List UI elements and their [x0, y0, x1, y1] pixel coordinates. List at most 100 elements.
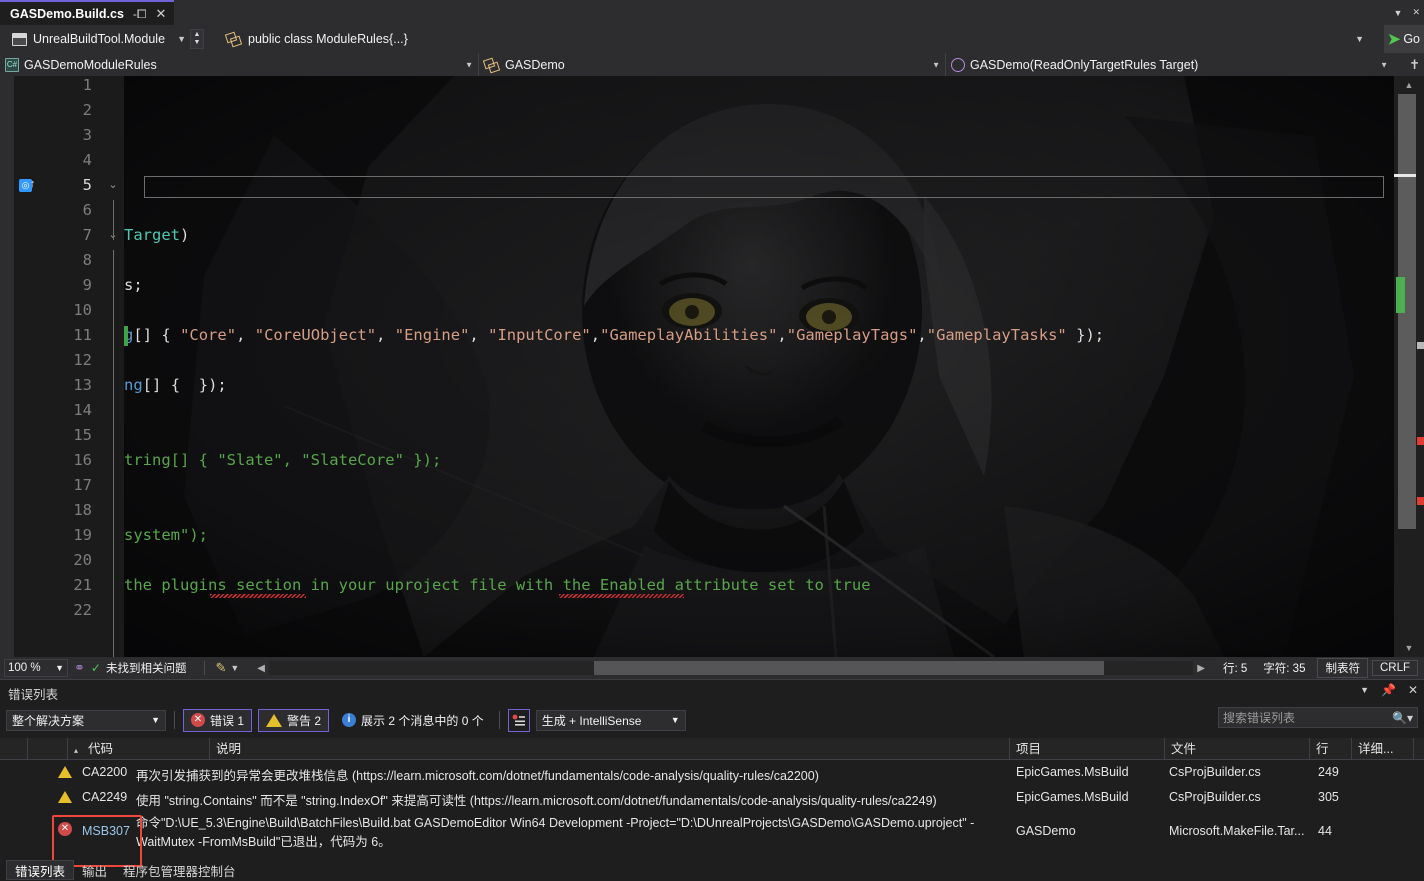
spelling-error-squiggle	[559, 594, 684, 598]
warning-icon	[58, 791, 72, 803]
horizontal-scroll-thumb[interactable]	[594, 661, 1104, 675]
editor-left-edge	[0, 76, 14, 657]
scroll-down-icon[interactable]: ▼	[1400, 641, 1418, 656]
code-line[interactable]: g[] { "Core", "CoreUObject", "Engine", "…	[124, 323, 1104, 348]
zoom-level-combo[interactable]: 100 % ▼	[4, 659, 68, 677]
pin-icon[interactable]: 📌	[1381, 683, 1396, 697]
chevron-down-icon[interactable]: ▼	[1394, 8, 1403, 18]
code-editor[interactable]: ◎ ↑ 1 2 3 4 5 6 7 8 9 10 11 12 13 14 15 16 17 18 19 20 21 22 ⌄…	[0, 76, 1424, 657]
header-col-description[interactable]: 说明	[210, 738, 1010, 760]
tab-package-manager-console[interactable]: 程序包管理器控制台	[115, 860, 244, 880]
group-by-button[interactable]	[507, 708, 530, 732]
tabs-indicator[interactable]: 制表符	[1317, 658, 1368, 678]
line-number: 10	[73, 301, 92, 319]
code-line[interactable]: ng[] { });	[124, 373, 227, 398]
fold-toggle-icon[interactable]: ⌄	[107, 173, 119, 198]
project-scope-combo[interactable]: UnrealBuildTool.Module ▼	[8, 28, 190, 50]
member-scope-combo[interactable]: public class ModuleRules{...} ▼	[222, 28, 1370, 50]
intellicode-icon[interactable]: ⚭	[74, 660, 85, 676]
table-row[interactable]: ✕ MSB307 命令"D:\UE_5.3\Engine\Build\Batch…	[0, 810, 1424, 852]
header-col-sortmark[interactable]: ▴	[68, 738, 82, 760]
header-col-code[interactable]: 代码	[82, 738, 210, 760]
status-ok-icon: ✓	[90, 661, 101, 675]
visual-studio-window: GASDemo.Build.cs -⧠ ✕ ▼ ✕ UnrealBuildToo…	[0, 0, 1424, 881]
method-icon	[951, 57, 965, 72]
line-number: 19	[73, 526, 92, 544]
type-dropdown[interactable]: C# GASDemoModuleRules ▼	[0, 53, 478, 76]
scrollbar-track[interactable]	[1394, 92, 1424, 639]
split-view-icon[interactable]: ✝	[1409, 57, 1420, 73]
member-dropdown[interactable]: GASDemo ▼	[479, 53, 945, 76]
tab-output[interactable]: 输出	[74, 860, 115, 880]
header-col-line[interactable]: 行	[1310, 738, 1352, 760]
error-table-header: ▴ 代码 说明 项目 文件 行 详细...	[0, 738, 1424, 760]
line-number: 2	[82, 101, 92, 119]
error-list-panel: 错误列表 ▼ 📌 ✕ 整个解决方案 ▼ ✕ 错误 1 警告 2 i 展示 2 个…	[0, 679, 1424, 881]
errors-filter-button[interactable]: ✕ 错误 1	[183, 708, 253, 732]
hscroll-right-icon[interactable]: ▶	[1197, 663, 1205, 674]
breakpoint-gutter[interactable]: ◎ ↑	[14, 76, 36, 657]
error-icon: ✕	[191, 713, 205, 727]
close-icon[interactable]: ✕	[1408, 683, 1418, 697]
table-row[interactable]: CA2200 再次引发捕获到的异常会更改堆栈信息 (https://learn.…	[0, 760, 1424, 785]
code-cleanup-icon[interactable]: ✎	[215, 660, 226, 676]
error-table-rows: CA2200 再次引发捕获到的异常会更改堆栈信息 (https://learn.…	[0, 760, 1424, 852]
messages-filter-button[interactable]: i 展示 2 个消息中的 0 个	[335, 709, 491, 732]
cell-line: 44	[1318, 824, 1332, 838]
snippet-selection-box[interactable]	[144, 176, 1384, 198]
table-row[interactable]: CA2249 使用 "string.Contains" 而不是 "string.…	[0, 785, 1424, 810]
code-line[interactable]: tring[] { "Slate", "SlateCore" });	[124, 448, 441, 473]
tab-strip-controls: ▼ ✕	[1394, 0, 1420, 25]
vertical-scrollbar[interactable]: ▲ ▼	[1394, 76, 1424, 657]
chevron-down-icon[interactable]: ▼	[230, 663, 239, 673]
code-text-area[interactable]: Target) s; g[] { "Core", "CoreUObject", "E…	[124, 76, 1394, 657]
header-col-file[interactable]: 文件	[1165, 738, 1310, 760]
scope-filter-combo[interactable]: 整个解决方案 ▼	[6, 709, 166, 731]
search-icon[interactable]: 🔍▾	[1392, 711, 1413, 725]
code-line[interactable]: Target)	[124, 223, 189, 248]
line-number: 17	[73, 476, 92, 494]
chevron-down-icon[interactable]: ▼	[1360, 685, 1369, 695]
tab-error-list[interactable]: 错误列表	[6, 860, 75, 880]
spinner-down-icon: ▼	[193, 39, 201, 46]
hscroll-left-icon[interactable]: ◀	[257, 663, 265, 674]
header-col-blank2[interactable]	[28, 738, 68, 760]
line-indicator: 行: 5	[1222, 663, 1248, 675]
fold-region-line	[113, 200, 114, 240]
cell-line: 305	[1318, 790, 1339, 804]
method-dropdown[interactable]: GASDemo(ReadOnlyTargetRules Target) ▼	[946, 53, 1406, 76]
close-icon[interactable]: ✕	[156, 7, 167, 20]
code-folding-gutter[interactable]: ⌄⌄	[102, 76, 124, 657]
horizontal-scrollbar[interactable]	[269, 661, 1194, 675]
line-number: 18	[73, 501, 92, 519]
tab-gasdemo-build-cs[interactable]: GASDemo.Build.cs -⧠ ✕	[0, 0, 175, 25]
warning-icon	[266, 713, 283, 727]
line-number: 6	[82, 201, 92, 219]
navbar-spinner[interactable]: ▲ ▼	[190, 29, 204, 49]
header-col-project[interactable]: 项目	[1010, 738, 1165, 760]
pin-icon[interactable]: -⧠	[133, 8, 147, 20]
line-ending-indicator[interactable]: CRLF	[1371, 660, 1418, 676]
error-list-title: 错误列表	[8, 688, 59, 702]
warnings-filter-button[interactable]: 警告 2	[258, 708, 330, 732]
cell-description: 再次引发捕获到的异常会更改堆栈信息 (https://learn.microso…	[136, 769, 819, 783]
error-search-box[interactable]: 搜索错误列表 🔍▾	[1218, 707, 1418, 728]
chevron-down-icon: ▼	[465, 60, 473, 69]
type-dropdown-label: GASDemoModuleRules	[24, 57, 157, 72]
error-icon: ✕	[58, 822, 72, 836]
line-number: 5	[82, 176, 92, 194]
cell-line: 249	[1318, 765, 1339, 779]
header-col-detail[interactable]: 详细...	[1352, 738, 1414, 760]
scroll-up-icon[interactable]: ▲	[1400, 78, 1418, 93]
scope-filter-label: 整个解决方案	[12, 713, 85, 728]
header-col-blank1[interactable]	[0, 738, 28, 760]
line-number: 15	[73, 426, 92, 444]
code-line[interactable]: system");	[124, 523, 208, 548]
build-intellisense-combo[interactable]: 生成 + IntelliSense ▼	[535, 709, 686, 731]
go-live-share-button[interactable]: ➤ Go	[1383, 25, 1424, 53]
close-group-icon[interactable]: ✕	[1412, 7, 1420, 18]
navigation-bar-row1: UnrealBuildTool.Module ▼ ▲ ▼ public clas…	[0, 25, 1424, 53]
panel-window-buttons: ▼ 📌 ✕	[1360, 683, 1418, 697]
code-line[interactable]: s;	[124, 273, 143, 298]
arrow-up-icon: ↑	[30, 178, 36, 190]
